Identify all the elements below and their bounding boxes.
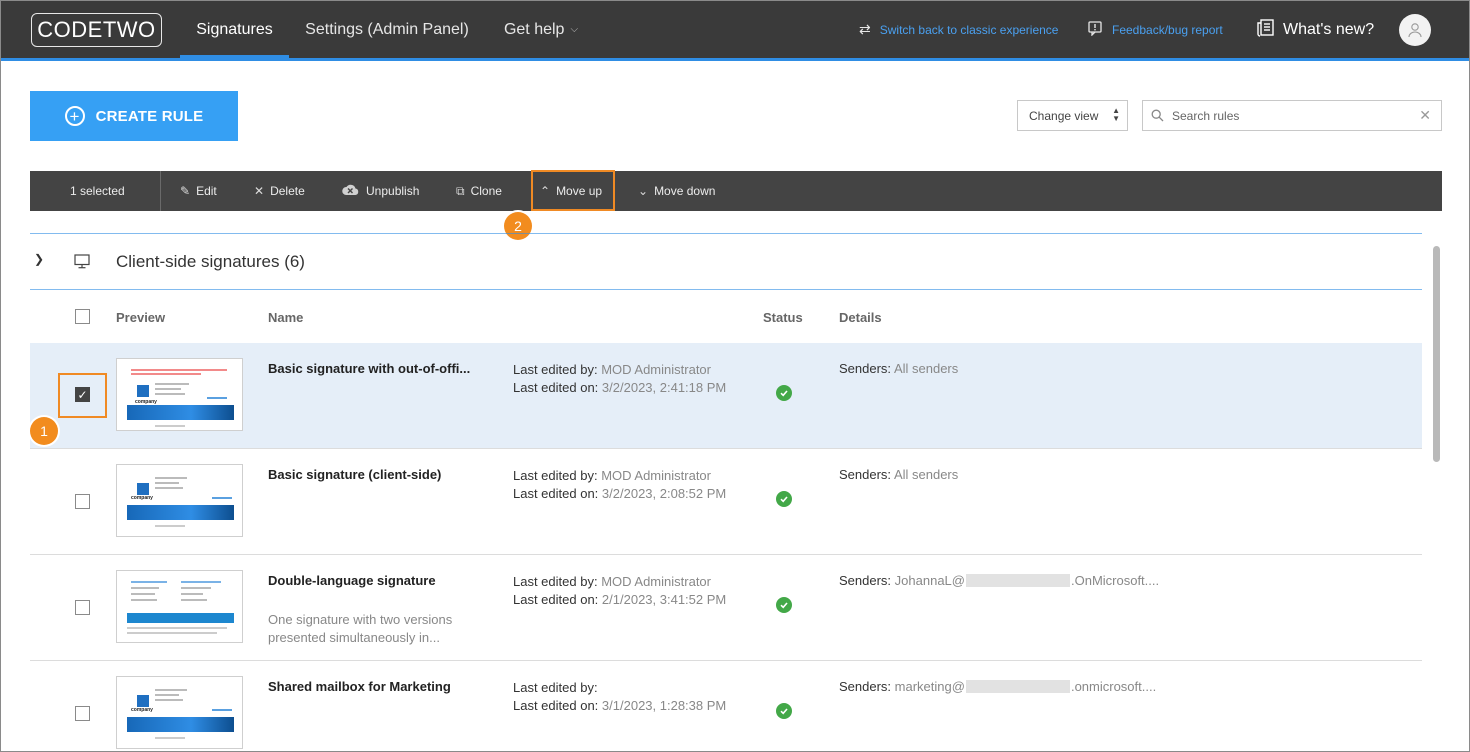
monitor-icon xyxy=(74,254,90,274)
status-published-icon xyxy=(776,491,792,507)
switch-classic-label: Switch back to classic experience xyxy=(879,22,1059,37)
chevron-down-icon: ⌵ xyxy=(570,24,579,35)
rule-edit-info: Last edited by: Last edited on: 3/1/2023… xyxy=(513,680,727,713)
selected-count: 1 selected xyxy=(70,184,125,198)
unpublish-label: Unpublish xyxy=(366,184,420,198)
change-view-select[interactable]: Change view ▲ ▼ xyxy=(1017,100,1128,131)
toolbar-divider xyxy=(160,171,161,211)
top-navigation-bar: CODETWO Signatures Settings (Admin Panel… xyxy=(1,1,1469,58)
topnav-accent-line xyxy=(1,58,1469,61)
search-rules-box: ✕ xyxy=(1142,100,1442,131)
row-checkbox[interactable] xyxy=(75,600,90,615)
tab-signatures[interactable]: Signatures xyxy=(180,1,289,58)
chevron-down-icon: ⌄ xyxy=(638,184,649,198)
redacted-domain xyxy=(965,574,1070,587)
selection-toolbar: 1 selected ✎ Edit ✕ Delete Unpublish ⧉ C… xyxy=(30,171,1442,211)
rule-name[interactable]: Double-language signature xyxy=(268,573,490,588)
move-down-button[interactable]: ⌄ Move down xyxy=(638,171,715,211)
close-icon: ✕ xyxy=(254,184,265,198)
whats-new-label: What's new? xyxy=(1283,20,1375,38)
cloud-off-icon xyxy=(341,183,360,199)
rule-edit-info: Last edited by: MOD Administrator Last e… xyxy=(513,362,727,395)
rule-edit-info: Last edited by: MOD Administrator Last e… xyxy=(513,574,727,607)
search-input[interactable] xyxy=(1172,108,1412,123)
unpublish-button[interactable]: Unpublish xyxy=(341,171,419,211)
row-checkbox[interactable] xyxy=(75,706,90,721)
delete-label: Delete xyxy=(270,184,305,198)
group-divider-bottom xyxy=(30,289,1422,290)
rule-senders: Senders: All senders xyxy=(839,467,959,482)
step-badge-2: 2 xyxy=(504,212,532,240)
pencil-icon: ✎ xyxy=(180,184,191,198)
checkbox-highlight xyxy=(58,373,107,418)
redacted-domain xyxy=(965,680,1070,693)
tab-get-help[interactable]: Get help ⌵ xyxy=(495,1,587,58)
column-header-preview[interactable]: Preview xyxy=(116,310,165,325)
edit-button[interactable]: ✎ Edit xyxy=(180,171,217,211)
select-all-checkbox[interactable] xyxy=(75,309,90,324)
active-tab-indicator xyxy=(180,55,289,58)
rule-senders: Senders: marketing@ .onmicrosoft.... xyxy=(839,679,1157,694)
column-header-details[interactable]: Details xyxy=(839,310,882,325)
search-icon xyxy=(1151,109,1164,122)
create-rule-button[interactable]: + CREATE RULE xyxy=(30,91,238,141)
signature-preview-thumbnail[interactable]: company xyxy=(116,464,243,537)
chevron-down-icon[interactable]: ❯ xyxy=(34,252,44,266)
move-up-highlight xyxy=(531,170,615,211)
group-divider-top xyxy=(30,233,1422,234)
rule-description: One signature with two versions presente… xyxy=(268,612,453,645)
whats-new-button[interactable]: What's new? xyxy=(1257,1,1374,58)
vertical-scrollbar[interactable] xyxy=(1433,246,1440,462)
create-rule-label: CREATE RULE xyxy=(95,107,204,125)
status-published-icon xyxy=(776,597,792,613)
feedback-icon xyxy=(1088,20,1103,39)
delete-button[interactable]: ✕ Delete xyxy=(254,171,305,211)
rule-name[interactable]: Basic signature with out-of-offi... xyxy=(268,361,490,376)
feedback-label: Feedback/bug report xyxy=(1112,22,1223,37)
status-published-icon xyxy=(776,703,792,719)
rule-name[interactable]: Shared mailbox for Marketing xyxy=(268,679,490,694)
tab-settings-admin-panel[interactable]: Settings (Admin Panel) xyxy=(299,1,475,58)
switch-classic-link[interactable]: ⇄ Switch back to classic experience xyxy=(859,1,1058,58)
rule-senders: Senders: JohannaL@ .OnMicrosoft.... xyxy=(839,573,1160,588)
signature-preview-thumbnail[interactable] xyxy=(116,570,243,643)
status-published-icon xyxy=(776,385,792,401)
news-icon xyxy=(1257,18,1275,41)
app-window: CODETWO Signatures Settings (Admin Panel… xyxy=(0,0,1470,752)
row-checkbox[interactable] xyxy=(75,494,90,509)
table-row[interactable]: ✓ company Basic signature with out-of-of… xyxy=(30,343,1422,449)
table-row[interactable]: company Shared mailbox for Marketing Las… xyxy=(30,661,1422,751)
switch-arrows-icon: ⇄ xyxy=(859,21,871,37)
table-row[interactable]: company Basic signature (client-side) La… xyxy=(30,449,1422,555)
plus-circle-icon: + xyxy=(64,106,85,126)
rule-name[interactable]: Basic signature (client-side) xyxy=(268,467,490,482)
rule-senders: Senders: All senders xyxy=(839,361,959,376)
change-view-label: Change view xyxy=(1029,108,1099,123)
column-header-status[interactable]: Status xyxy=(763,310,803,325)
column-header-name[interactable]: Name xyxy=(268,310,303,325)
rule-edit-info: Last edited by: MOD Administrator Last e… xyxy=(513,468,727,501)
signature-preview-thumbnail[interactable]: company xyxy=(116,676,243,749)
clone-button[interactable]: ⧉ Clone xyxy=(456,171,502,211)
table-row[interactable]: Double-language signature One signature … xyxy=(30,555,1422,661)
clone-label: Clone xyxy=(470,184,502,198)
step-badge-1: 1 xyxy=(30,417,58,445)
signature-preview-thumbnail[interactable]: company xyxy=(116,358,243,431)
close-icon[interactable]: ✕ xyxy=(1419,107,1431,124)
edit-label: Edit xyxy=(196,184,217,198)
codetwo-logo[interactable]: CODETWO xyxy=(31,13,162,47)
copy-icon: ⧉ xyxy=(456,183,465,198)
move-down-label: Move down xyxy=(654,184,716,198)
feedback-link[interactable]: Feedback/bug report xyxy=(1088,1,1223,58)
sort-arrows-icon: ▲ ▼ xyxy=(1112,106,1120,123)
user-avatar[interactable] xyxy=(1399,14,1431,46)
group-title: Client-side signatures (6) xyxy=(116,252,305,271)
user-icon xyxy=(1408,23,1422,38)
